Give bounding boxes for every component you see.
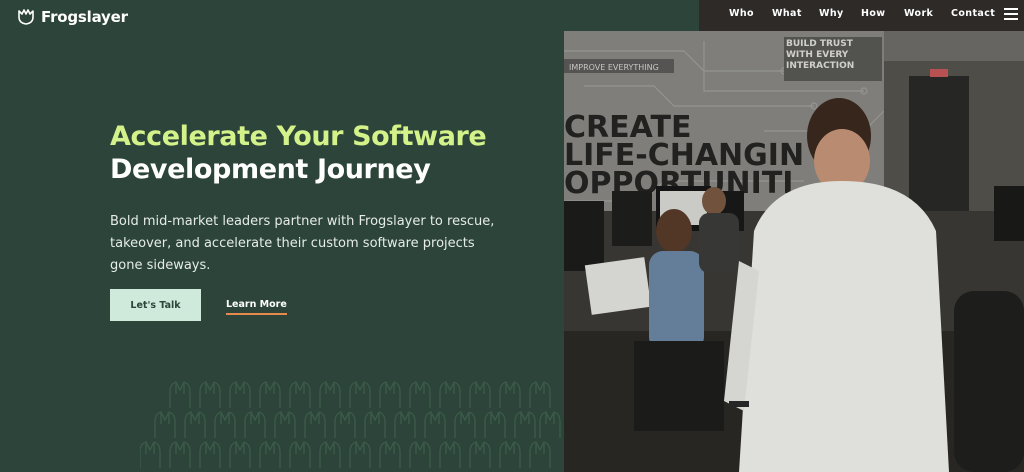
nav-item-how[interactable]: How — [861, 8, 885, 19]
hero-title: Accelerate Your Software Development Jou… — [110, 120, 540, 186]
nav-item-contact[interactable]: Contact — [951, 8, 995, 19]
office-scene-illustration: IMPROVE EVERYTHING BUILD TRUST WITH EVER… — [564, 31, 1024, 472]
hero-office-photo: IMPROVE EVERYTHING BUILD TRUST WITH EVER… — [564, 31, 1024, 472]
frogslayer-logo-icon — [18, 9, 34, 25]
nav-item-why[interactable]: Why — [819, 8, 844, 19]
nav-item-what[interactable]: What — [772, 8, 802, 19]
hero-description: Bold mid-market leaders partner with Fro… — [110, 214, 495, 273]
hero-title-main: Development Journey — [110, 154, 431, 185]
hamburger-menu-icon[interactable] — [1004, 8, 1018, 20]
brand-logo[interactable]: Frogslayer — [17, 7, 128, 27]
brand-name: Frogslayer — [41, 8, 128, 26]
lets-talk-button[interactable]: Let's Talk — [110, 289, 201, 321]
nav-item-work[interactable]: Work — [904, 8, 933, 19]
nav-item-who[interactable]: Who — [729, 8, 754, 19]
decorative-pattern — [140, 381, 561, 469]
hero-title-accent: Accelerate Your Software — [110, 121, 487, 152]
learn-more-link[interactable]: Learn More — [226, 299, 287, 315]
